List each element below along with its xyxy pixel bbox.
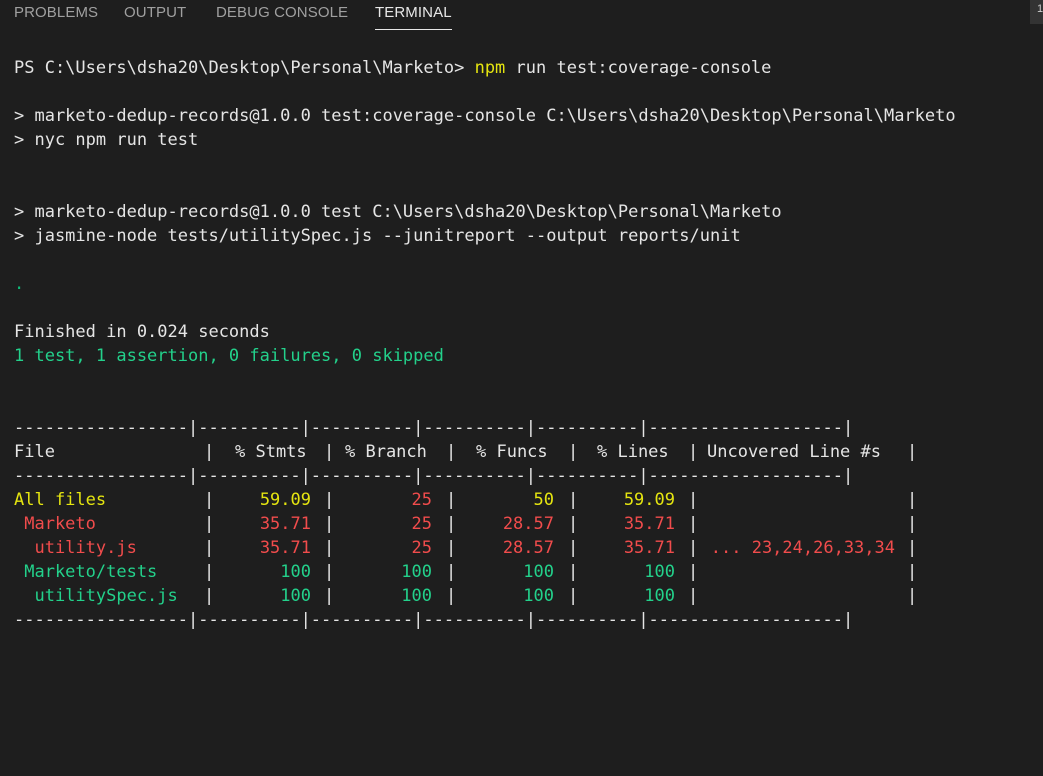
column-separator: | bbox=[446, 514, 457, 534]
column-separator: | bbox=[204, 490, 215, 510]
header-sep: | bbox=[324, 442, 335, 462]
coverage-cell-funcs: 28.57 bbox=[502, 538, 554, 558]
column-separator: | bbox=[324, 562, 335, 582]
script-line: > marketo-dedup-records@1.0.0 test C:\Us… bbox=[14, 202, 782, 222]
table-separator: -----------------|----------|----------|… bbox=[14, 610, 854, 630]
command-name: npm bbox=[474, 58, 506, 78]
column-separator: | bbox=[907, 586, 918, 606]
column-separator: | bbox=[568, 514, 579, 534]
coverage-row: utilitySpec.js 100 100 100 100 | | | | | | bbox=[14, 584, 1014, 608]
script-line: > marketo-dedup-records@1.0.0 test:cover… bbox=[14, 106, 956, 126]
column-separator: | bbox=[688, 586, 699, 606]
coverage-row: Marketo/tests 100 100 100 100 | | | | | | bbox=[14, 560, 1014, 584]
coverage-cell-file: utilitySpec.js bbox=[14, 586, 178, 606]
prompt-path: PS C:\Users\dsha20\Desktop\Personal\Mark… bbox=[14, 58, 475, 78]
coverage-row: Marketo 35.71 25 28.57 35.71 | | | | | | bbox=[14, 512, 1014, 536]
prompt-line: PS C:\Users\dsha20\Desktop\Personal\Mark… bbox=[14, 56, 771, 80]
coverage-cell-branch: 25 bbox=[411, 514, 432, 534]
coverage-cell-funcs: 100 bbox=[523, 586, 554, 606]
column-separator: | bbox=[568, 538, 579, 558]
coverage-cell-branch: 25 bbox=[411, 490, 432, 510]
column-separator: | bbox=[568, 562, 579, 582]
coverage-cell-funcs: 50 bbox=[533, 490, 554, 510]
column-separator: | bbox=[204, 514, 215, 534]
coverage-cell-file: utility.js bbox=[14, 538, 137, 558]
coverage-row: utility.js 35.71 25 28.57 35.71 ... 23,24,26,… bbox=[14, 536, 1014, 560]
column-separator: | bbox=[907, 538, 918, 558]
header-stmts: % Stmts bbox=[235, 442, 307, 462]
column-separator: | bbox=[568, 490, 579, 510]
header-branch: % Branch bbox=[345, 442, 427, 462]
coverage-cell-file: Marketo bbox=[14, 514, 96, 534]
progress-dot: . bbox=[14, 274, 25, 294]
coverage-cell-funcs: 100 bbox=[523, 562, 554, 582]
coverage-row: All files 59.09 25 50 59.09 | | | | | | bbox=[14, 488, 1014, 512]
coverage-cell-branch: 25 bbox=[411, 538, 432, 558]
column-separator: | bbox=[446, 538, 457, 558]
coverage-cell-branch: 100 bbox=[401, 586, 432, 606]
column-separator: | bbox=[907, 514, 918, 534]
column-separator: | bbox=[204, 562, 215, 582]
column-separator: | bbox=[324, 586, 335, 606]
coverage-header-row: File | % Stmts | % Branch | % Funcs | % … bbox=[14, 440, 1014, 464]
column-separator: | bbox=[324, 490, 335, 510]
header-sep: | bbox=[204, 442, 215, 462]
coverage-cell-file: All files bbox=[14, 490, 107, 510]
header-sep: | bbox=[446, 442, 457, 462]
column-separator: | bbox=[204, 538, 215, 558]
coverage-cell-lines: 59.09 bbox=[623, 490, 675, 510]
finished-line: Finished in 0.024 seconds bbox=[14, 322, 270, 342]
column-separator: | bbox=[324, 538, 335, 558]
table-separator: -----------------|----------|----------|… bbox=[14, 466, 854, 486]
column-separator: | bbox=[688, 538, 699, 558]
coverage-cell-stmts: 35.71 bbox=[259, 514, 311, 534]
header-lines: % Lines bbox=[597, 442, 669, 462]
script-line: > jasmine-node tests/utilitySpec.js --ju… bbox=[14, 226, 741, 246]
coverage-cell-stmts: 100 bbox=[280, 562, 311, 582]
coverage-cell-stmts: 100 bbox=[280, 586, 311, 606]
coverage-cell-lines: 100 bbox=[644, 586, 675, 606]
coverage-cell-stmts: 35.71 bbox=[259, 538, 311, 558]
coverage-cell-uncovered: ... 23,24,26,33,34 bbox=[710, 538, 895, 558]
coverage-cell-lines: 35.71 bbox=[623, 514, 675, 534]
table-separator: -----------------|----------|----------|… bbox=[14, 418, 854, 438]
header-sep: | bbox=[688, 442, 699, 462]
column-separator: | bbox=[688, 490, 699, 510]
column-separator: | bbox=[907, 490, 918, 510]
header-uncovered: Uncovered Line #s bbox=[707, 442, 881, 462]
coverage-cell-file: Marketo/tests bbox=[14, 562, 158, 582]
terminal-output[interactable]: PS C:\Users\dsha20\Desktop\Personal\Mark… bbox=[14, 0, 1043, 630]
coverage-cell-funcs: 28.57 bbox=[502, 514, 554, 534]
header-file: File bbox=[14, 442, 55, 462]
column-separator: | bbox=[324, 514, 335, 534]
coverage-cell-branch: 100 bbox=[401, 562, 432, 582]
column-separator: | bbox=[446, 490, 457, 510]
column-separator: | bbox=[688, 562, 699, 582]
column-separator: | bbox=[204, 586, 215, 606]
column-separator: | bbox=[688, 514, 699, 534]
header-sep: | bbox=[568, 442, 579, 462]
header-sep: | bbox=[907, 442, 918, 462]
command-args: run test:coverage-console bbox=[505, 58, 772, 78]
column-separator: | bbox=[446, 586, 457, 606]
header-funcs: % Funcs bbox=[476, 442, 548, 462]
test-summary: 1 test, 1 assertion, 0 failures, 0 skipp… bbox=[14, 346, 444, 366]
coverage-cell-lines: 100 bbox=[644, 562, 675, 582]
column-separator: | bbox=[568, 586, 579, 606]
coverage-cell-lines: 35.71 bbox=[623, 538, 675, 558]
coverage-cell-stmts: 59.09 bbox=[259, 490, 311, 510]
script-line: > nyc npm run test bbox=[14, 130, 199, 150]
column-separator: | bbox=[446, 562, 457, 582]
column-separator: | bbox=[907, 562, 918, 582]
